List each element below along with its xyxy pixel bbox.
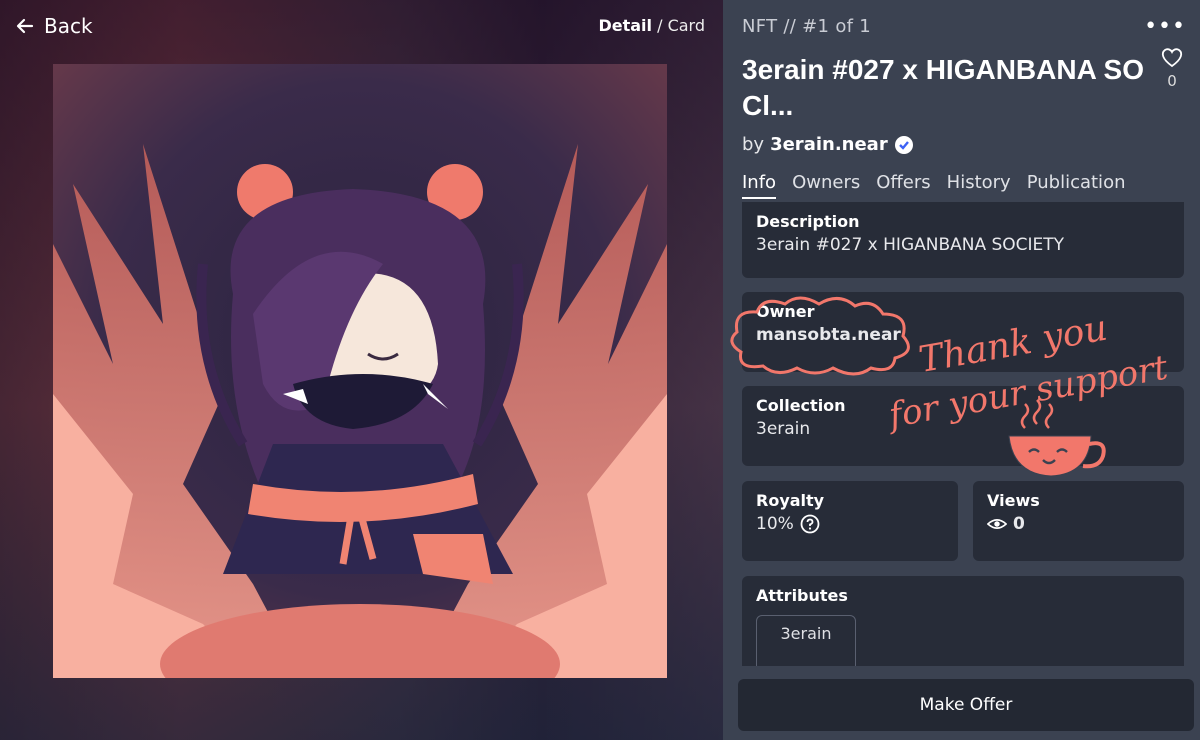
description-label: Description: [756, 212, 860, 231]
detail-tabs: Info Owners Offers History Publication: [742, 172, 1125, 199]
verified-badge-icon: [894, 135, 913, 154]
tab-owners[interactable]: Owners: [792, 172, 860, 199]
make-offer-button[interactable]: Make Offer: [738, 679, 1194, 731]
tab-offers[interactable]: Offers: [876, 172, 930, 199]
heart-icon: [1161, 48, 1183, 68]
detail-panel: NFT // #1 of 1 ••• 3erain #027 x HIGANBA…: [723, 0, 1200, 740]
creator-line: by 3erain.near: [742, 134, 914, 155]
by-prefix: by: [742, 134, 765, 155]
nft-breadcrumb: NFT // #1 of 1: [742, 16, 872, 37]
royalty-value: 10%: [756, 514, 794, 534]
tab-history[interactable]: History: [947, 172, 1011, 199]
view-sep: /: [657, 16, 663, 35]
owner-card: Owner mansobta.near: [742, 292, 1184, 372]
royalty-label: Royalty: [756, 491, 825, 510]
tab-info[interactable]: Info: [742, 172, 777, 199]
views-label: Views: [987, 491, 1040, 510]
more-dots-icon[interactable]: •••: [1144, 14, 1186, 39]
owner-link[interactable]: mansobta.near: [756, 325, 1170, 345]
royalty-card: Royalty 10%: [742, 481, 958, 561]
view-mode-toggle: Detail / Card: [598, 16, 705, 35]
view-card[interactable]: Card: [668, 16, 705, 35]
creator-link[interactable]: 3erain.near: [770, 134, 888, 155]
view-detail[interactable]: Detail: [598, 16, 652, 35]
collection-name[interactable]: 3erain: [756, 419, 1170, 439]
attributes-card: Attributes 3erain: [742, 576, 1184, 666]
owner-label: Owner: [756, 302, 815, 321]
tab-publication[interactable]: Publication: [1027, 172, 1126, 199]
views-count: 0: [1013, 514, 1025, 534]
like-count: 0: [1167, 72, 1177, 90]
like-button[interactable]: 0: [1158, 46, 1186, 90]
collection-card[interactable]: Collection 3erain: [742, 386, 1184, 466]
question-circle-icon[interactable]: [800, 514, 820, 534]
media-pane: Back Detail / Card: [0, 0, 723, 740]
arrow-left-icon: [16, 18, 34, 34]
back-button[interactable]: Back: [16, 14, 93, 38]
eye-icon: [987, 519, 1007, 529]
nft-artwork[interactable]: [53, 64, 667, 678]
attribute-chip[interactable]: 3erain: [756, 615, 856, 666]
views-card: Views 0: [973, 481, 1184, 561]
nft-title: 3erain #027 x HIGANBANA SO Cl...: [742, 54, 1144, 121]
attributes-label: Attributes: [756, 586, 848, 605]
description-text: 3erain #027 x HIGANBANA SOCIETY: [756, 235, 1065, 255]
collection-label: Collection: [756, 396, 846, 415]
description-card: Description 3erain #027 x HIGANBANA SOCI…: [742, 202, 1184, 278]
back-label: Back: [44, 14, 93, 38]
